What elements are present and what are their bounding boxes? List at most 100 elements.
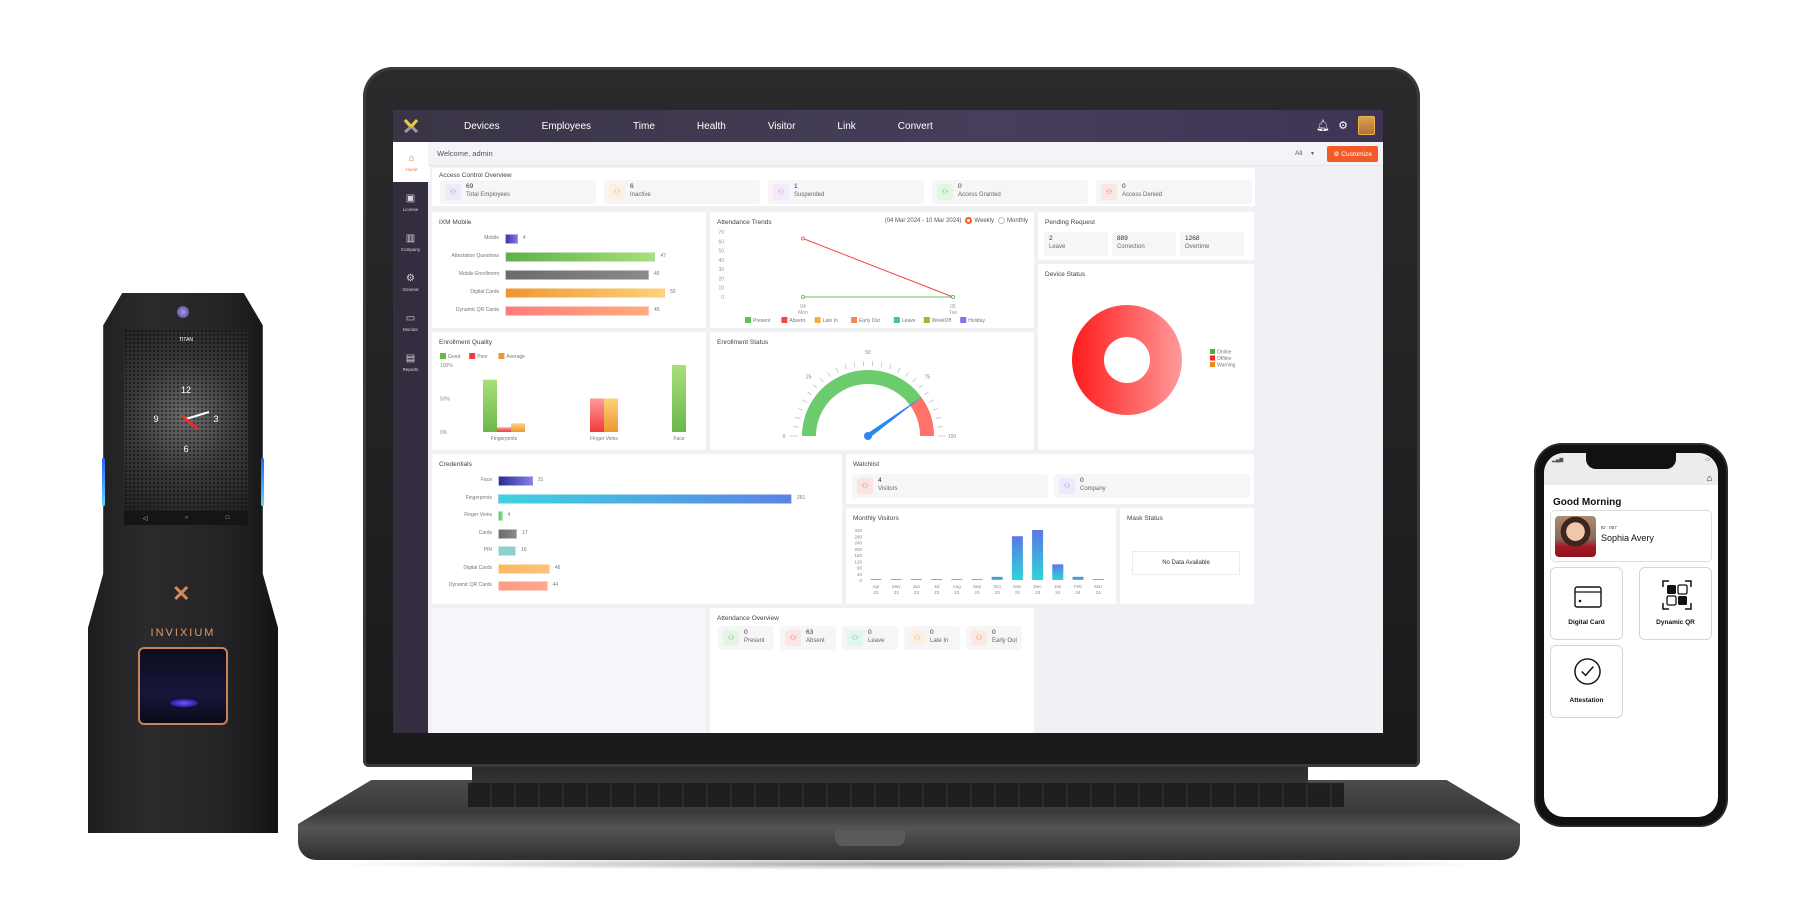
stat-suspended[interactable]: ⚇ 1 Suspended xyxy=(768,180,924,204)
stat-absent[interactable]: ⚇ 63 Absent xyxy=(780,626,836,650)
monitor-icon: ▭ xyxy=(405,312,416,324)
app-logo[interactable] xyxy=(393,110,429,142)
pending-correction[interactable]: 889 Correction xyxy=(1112,232,1176,256)
device-nav-bar: ◁ ○ □ xyxy=(124,511,248,525)
users-icon: ⚇ xyxy=(909,630,925,646)
nav-link[interactable]: Link xyxy=(816,121,876,132)
gauge-tick xyxy=(897,368,901,373)
bar-good xyxy=(483,379,497,432)
enrollment-status-card: Enrollment Status 0 25 50 75 100 xyxy=(710,332,1034,450)
card-title: IXM Mobile xyxy=(439,219,472,226)
mask-status-card: Mask Status No Data Available xyxy=(1120,508,1254,604)
back-icon[interactable]: ◁ xyxy=(143,515,148,522)
stat-early-out[interactable]: ⚇ 0 Early Out xyxy=(966,626,1022,650)
nav-convert[interactable]: Convert xyxy=(877,121,954,132)
legend-label: Offline xyxy=(1217,356,1232,362)
home-circle-icon[interactable]: ○ xyxy=(185,515,189,521)
recents-icon[interactable]: □ xyxy=(226,515,230,521)
invixium-x-logo-icon: ✕ xyxy=(172,581,191,606)
y-tick-label: 70 xyxy=(718,230,724,236)
bar-value: 45 xyxy=(654,271,660,277)
stat-company[interactable]: ⚇ 0 Company xyxy=(1054,474,1250,498)
no-data-box: No Data Available xyxy=(1132,551,1240,575)
profile-card[interactable]: ID : 007 Sophia Avery xyxy=(1550,510,1712,562)
bar-row: Digital Cards 50 xyxy=(470,288,676,298)
bar[interactable] xyxy=(498,581,548,591)
nav-time[interactable]: Time xyxy=(612,121,676,132)
bar-label: Dynamic QR Cards xyxy=(448,582,492,588)
avatar[interactable] xyxy=(1358,116,1375,135)
bar[interactable] xyxy=(505,288,665,298)
stat-access-denied[interactable]: ⚇ 0 Access Denied xyxy=(1096,180,1252,204)
bar[interactable] xyxy=(498,528,518,539)
stat-total-employees[interactable]: ⚇ 69 Total Employees xyxy=(440,180,596,204)
nav-employees[interactable]: Employees xyxy=(521,121,612,132)
gear-icon[interactable]: ⚙ xyxy=(1337,119,1349,132)
home-icon[interactable]: ⌂ xyxy=(1707,473,1712,483)
x-tick-sublabel: 23 xyxy=(894,590,900,595)
bar[interactable] xyxy=(498,546,517,556)
users-icon: ⚇ xyxy=(1101,184,1117,200)
sidebar-item-general[interactable]: ⚙ General xyxy=(393,262,428,302)
stat-label: Visitors xyxy=(878,486,898,492)
gauge-tick xyxy=(918,384,923,389)
nav-health[interactable]: Health xyxy=(676,121,747,132)
clock-icon: 12 3 6 9 xyxy=(153,385,218,454)
sidebar-item-monitor[interactable]: ▭ Monitor xyxy=(393,302,428,342)
biometric-access-device: TITAN 12 3 6 9 ◁ ○ □ ✕ INVIXIUM xyxy=(88,293,278,833)
bar xyxy=(991,576,1003,580)
attestation-tile[interactable]: Attestation xyxy=(1550,645,1623,718)
legend-label: Poor xyxy=(477,354,488,360)
profile-photo xyxy=(1555,516,1596,557)
bar xyxy=(931,579,943,580)
caret-down-icon: ▼ xyxy=(1310,151,1315,157)
bar[interactable] xyxy=(505,306,649,316)
bar-poor xyxy=(590,398,604,432)
gauge-needle xyxy=(866,396,924,439)
clock-num-6: 6 xyxy=(183,444,188,454)
sidebar-item-license[interactable]: ▣ License xyxy=(393,182,428,222)
bar-poor xyxy=(497,427,511,432)
customize-label: Customize xyxy=(1341,150,1372,158)
nav-devices[interactable]: Devices xyxy=(443,121,521,132)
y-tick-label: 10 xyxy=(718,286,724,292)
pending-leave[interactable]: 2 Leave xyxy=(1044,232,1108,256)
stat-inactive[interactable]: ⚇ 6 Inactive xyxy=(604,180,760,204)
filter-select[interactable]: All ▼ xyxy=(1295,150,1315,157)
stat-value: 6 xyxy=(630,183,634,190)
bar-label: Digital Cards xyxy=(470,289,499,295)
bar-value: 31 xyxy=(537,477,544,483)
x-tick-label: Aug xyxy=(953,584,962,589)
data-point xyxy=(801,236,805,241)
stat-present[interactable]: ⚇ 0 Present xyxy=(718,626,774,650)
stat-access-granted[interactable]: ⚇ 0 Access Granted xyxy=(932,180,1088,204)
stat-value: 1 xyxy=(794,183,798,190)
pending-overtime[interactable]: 1268 Overtime xyxy=(1180,232,1244,256)
enrollment-quality-card: Enrollment Quality Good Poor Average 0% 50% 1… xyxy=(432,332,706,450)
bell-icon[interactable]: 🔔︎ xyxy=(1316,119,1330,132)
y-tick-label: 120 xyxy=(854,559,862,564)
stat-visitors[interactable]: ⚇ 4 Visitors xyxy=(852,474,1048,498)
bar[interactable] xyxy=(505,270,649,280)
bar[interactable] xyxy=(498,511,503,521)
company-icon: ▥ xyxy=(405,232,416,244)
bar[interactable] xyxy=(498,563,550,574)
bar[interactable] xyxy=(498,476,533,486)
customize-button[interactable]: ⚙ Customize xyxy=(1327,146,1378,162)
sidebar-item-home[interactable]: ⌂ Home xyxy=(393,142,430,182)
attendance-trends-chart: 01020304050607004Mon05TuePresent Absent La… xyxy=(718,230,985,324)
stat-late-in[interactable]: ⚇ 0 Late In xyxy=(904,626,960,650)
digital-card-tile[interactable]: Digital Card xyxy=(1550,567,1623,640)
sidebar-item-reports[interactable]: ▤ Reports xyxy=(393,342,428,382)
gear-icon: ⚙ xyxy=(406,272,415,284)
bar[interactable] xyxy=(505,234,518,244)
bar-row: Dynamic QR Cards 45 xyxy=(456,306,665,316)
stat-leave[interactable]: ⚇ 0 Leave xyxy=(842,626,898,650)
bar[interactable] xyxy=(498,493,792,504)
bar[interactable] xyxy=(505,252,656,262)
dynamic-qr-tile[interactable]: Dynamic QR xyxy=(1639,567,1712,640)
x-tick-label: Face xyxy=(673,436,684,442)
series-line-absent xyxy=(802,238,954,298)
nav-visitor[interactable]: Visitor xyxy=(747,121,817,132)
sidebar-item-company[interactable]: ▥ Company xyxy=(393,222,428,262)
